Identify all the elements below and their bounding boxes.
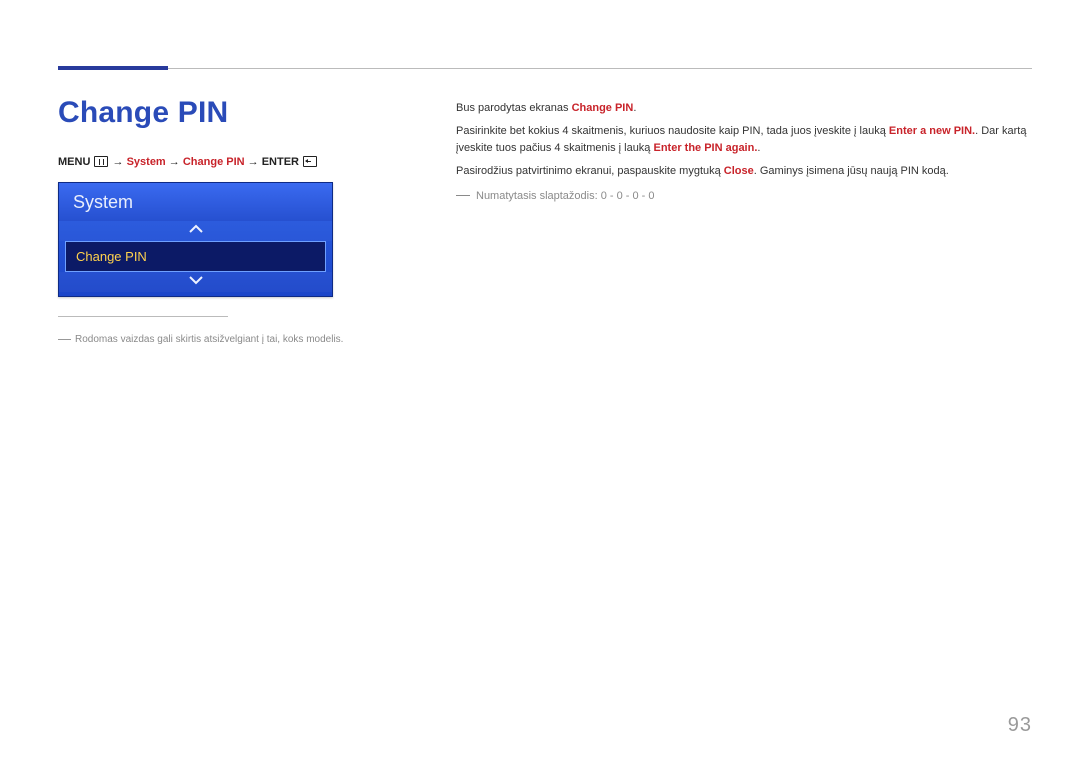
dash-icon — [456, 195, 470, 196]
body-p2-highlight-1: Enter a new PIN. — [889, 125, 975, 137]
breadcrumb-arrow: → — [169, 156, 180, 168]
breadcrumb: MENU → System → Change PIN → ENTER — [58, 156, 318, 168]
body-paragraph-3: Pasirodžius patvirtinimo ekranui, paspau… — [456, 163, 1032, 180]
body-p1-prefix: Bus parodytas ekranas — [456, 102, 572, 114]
osd-title: System — [59, 183, 332, 221]
menu-icon — [94, 156, 108, 167]
breadcrumb-change-pin: Change PIN — [183, 156, 245, 168]
dash-icon: ― — [58, 331, 71, 346]
body-p2-highlight-2: Enter the PIN again. — [653, 142, 757, 154]
chevron-down-icon — [189, 275, 203, 285]
page-title: Change PIN — [58, 96, 228, 130]
body-paragraph-1: Bus parodytas ekranas Change PIN. — [456, 100, 1032, 117]
osd-selected-item[interactable]: Change PIN — [65, 241, 326, 272]
osd-down-arrow[interactable] — [59, 272, 332, 292]
default-password-text: Numatytasis slaptažodis: 0 - 0 - 0 - 0 — [476, 190, 655, 202]
body-p3-suffix: . Gaminys įsimena jūsų naują PIN kodą. — [754, 165, 949, 177]
footnote-divider — [58, 316, 228, 317]
osd-up-arrow[interactable] — [59, 221, 332, 241]
body-p2-prefix: Pasirinkite bet kokius 4 skaitmenis, kur… — [456, 125, 889, 137]
osd-bottom-spacer — [59, 292, 332, 296]
model-disclaimer: ― Rodomas vaizdas gali skirtis atsižvelgi… — [58, 328, 343, 348]
body-p1-highlight: Change PIN — [572, 102, 634, 114]
top-horizontal-rule — [58, 68, 1032, 69]
chevron-up-icon — [189, 224, 203, 234]
osd-panel: System Change PIN — [58, 182, 333, 297]
body-paragraph-2: Pasirinkite bet kokius 4 skaitmenis, kur… — [456, 123, 1032, 157]
body-p3-highlight: Close — [724, 165, 754, 177]
page-number: 93 — [1008, 714, 1032, 737]
breadcrumb-enter-label: ENTER — [262, 156, 299, 168]
default-password-note: Numatytasis slaptažodis: 0 - 0 - 0 - 0 — [456, 188, 1032, 205]
footnote-text: Rodomas vaizdas gali skirtis atsižvelgia… — [75, 334, 343, 345]
enter-icon — [303, 156, 317, 167]
breadcrumb-menu-label: MENU — [58, 156, 90, 168]
body-text: Bus parodytas ekranas Change PIN. Pasiri… — [456, 100, 1032, 211]
breadcrumb-arrow: → — [248, 156, 259, 168]
body-p2-suffix: . — [757, 142, 760, 154]
top-accent-bar — [58, 66, 168, 70]
body-p3-prefix: Pasirodžius patvirtinimo ekranui, paspau… — [456, 165, 724, 177]
manual-page: Change PIN MENU → System → Change PIN → … — [0, 0, 1080, 763]
body-p1-suffix: . — [633, 102, 636, 114]
breadcrumb-system: System — [127, 156, 166, 168]
breadcrumb-arrow: → — [113, 156, 124, 168]
